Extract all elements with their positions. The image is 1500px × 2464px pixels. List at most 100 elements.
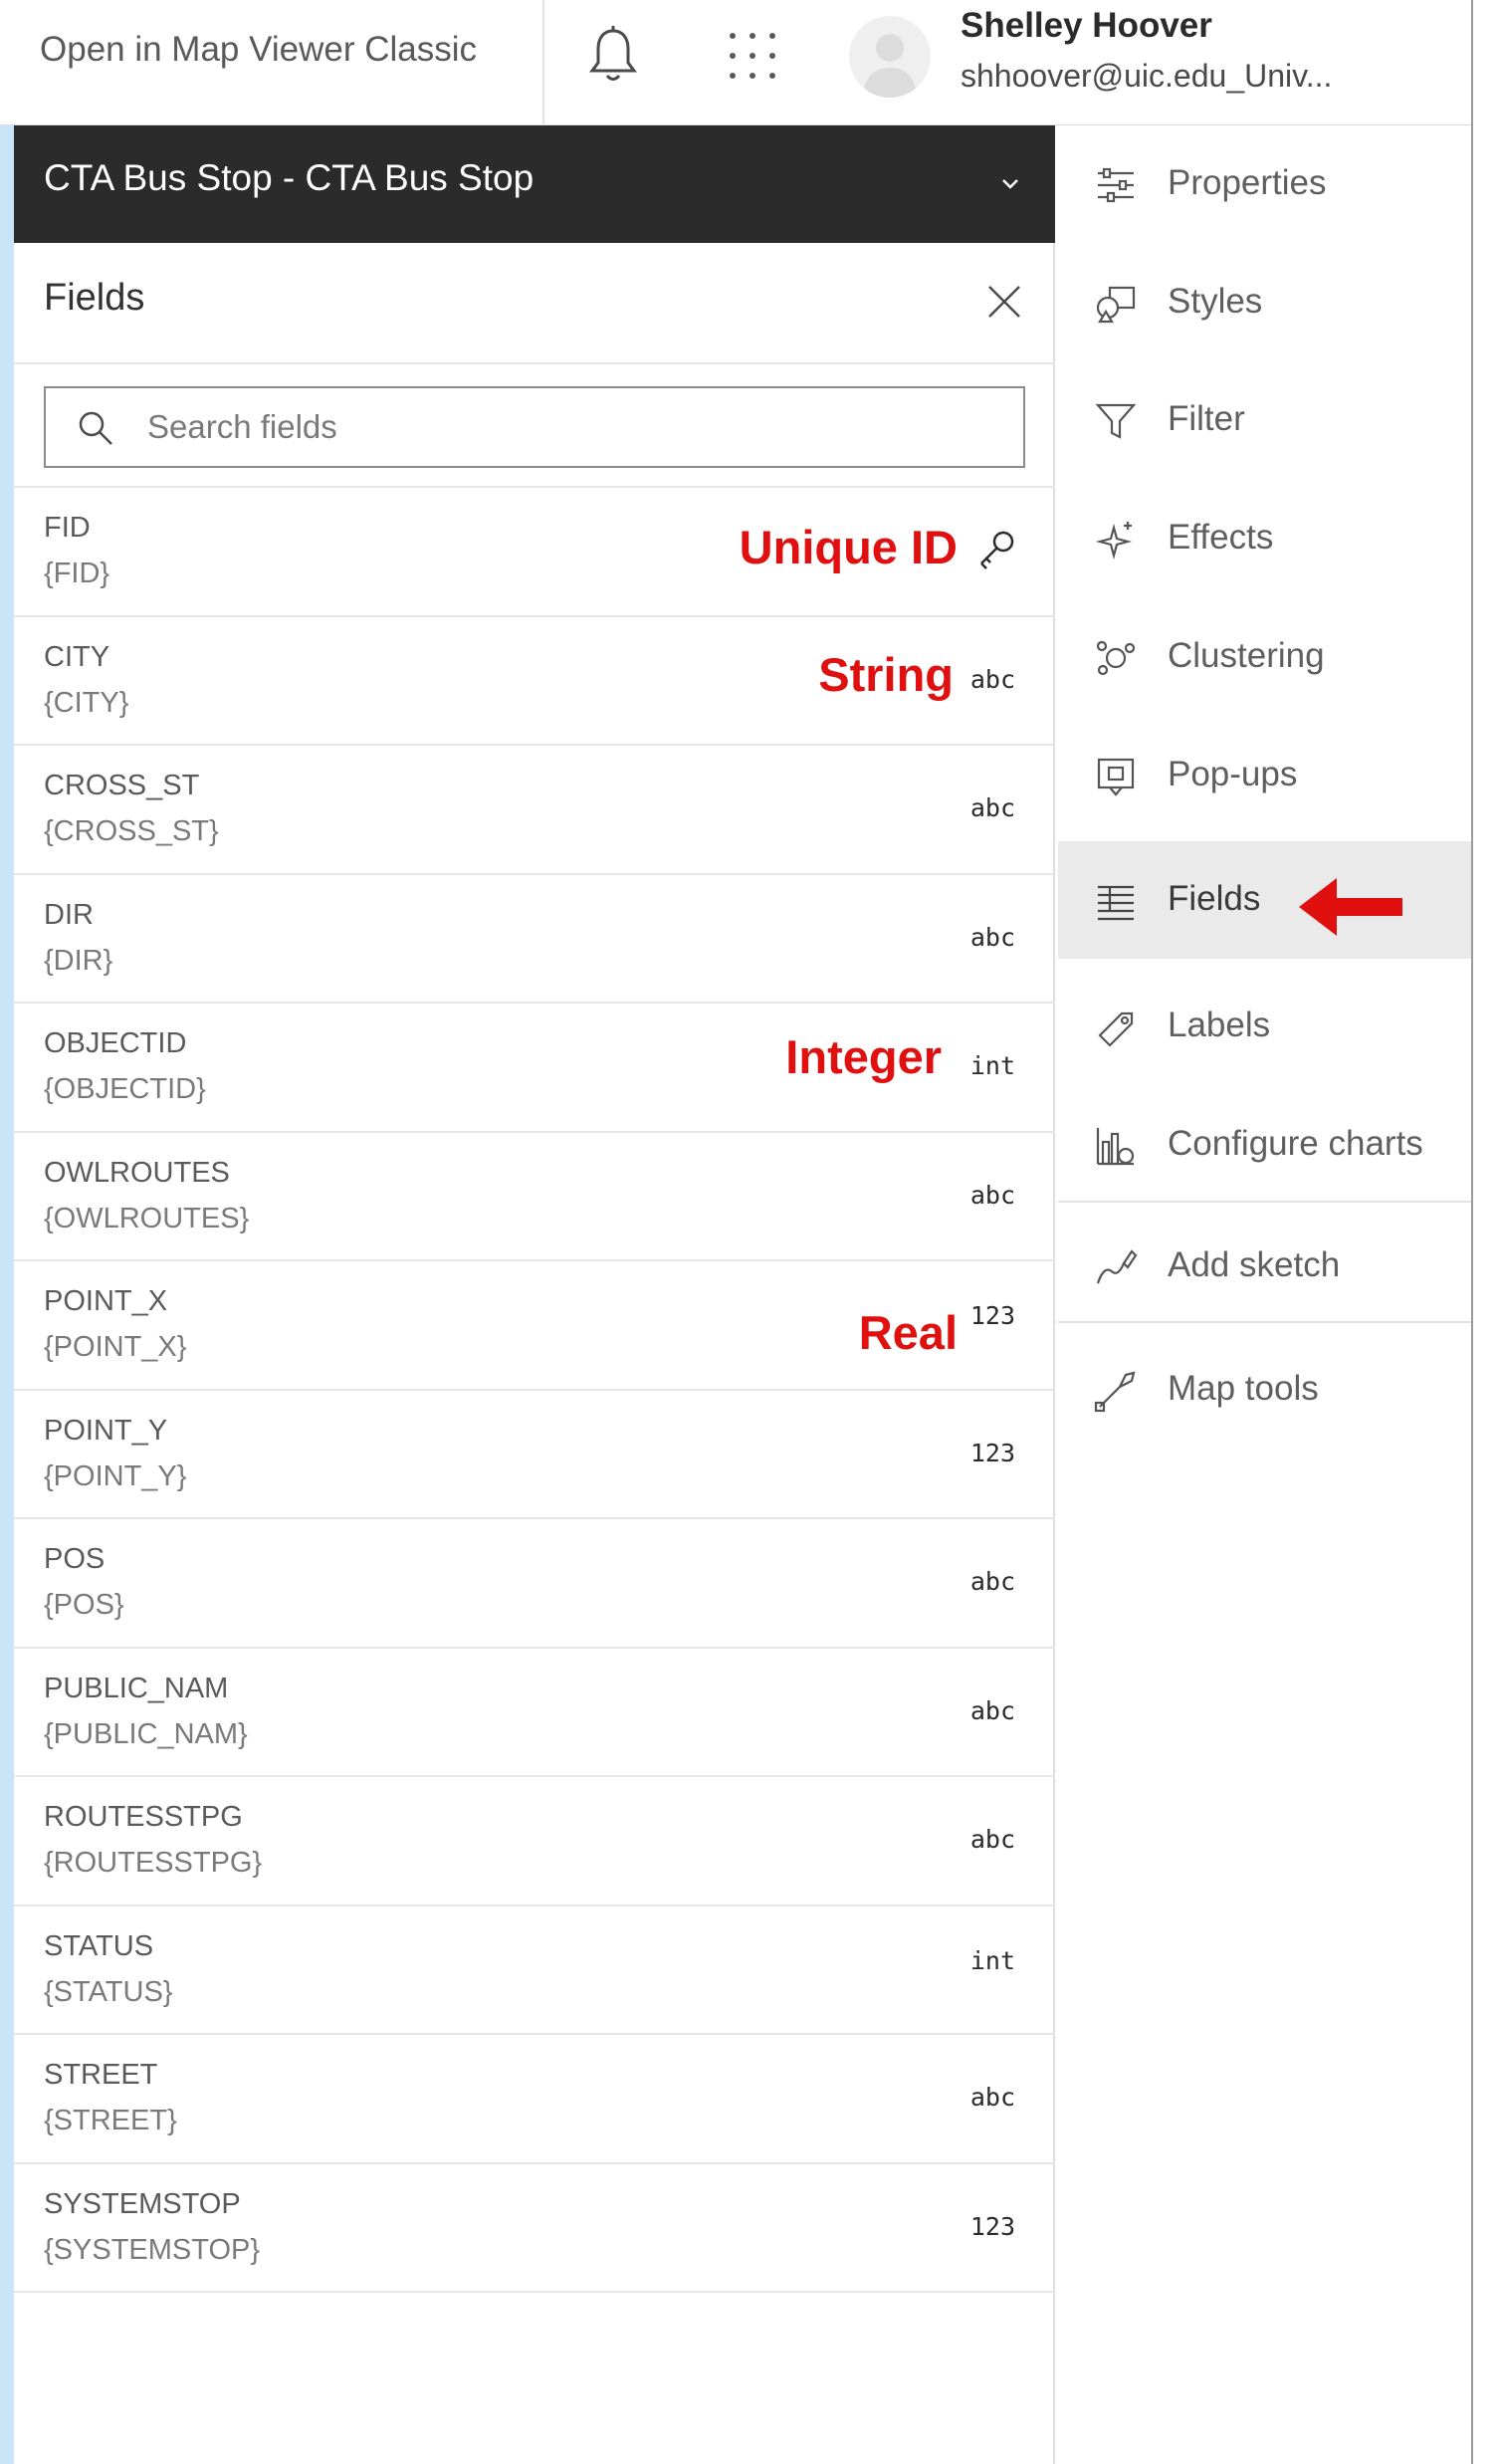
- nav-label: Pop-ups: [1168, 755, 1298, 793]
- string-type-icon: abc: [969, 1825, 1015, 1854]
- annotation-unique-id: Unique ID: [739, 521, 958, 573]
- nav-label: Clustering: [1168, 636, 1325, 675]
- search-fields-input[interactable]: [145, 402, 1001, 452]
- field-name: CROSS_ST: [44, 770, 200, 801]
- user-avatar[interactable]: [849, 16, 931, 98]
- nav-item-map-tools[interactable]: Map tools: [1058, 1331, 1471, 1449]
- layer-title: CTA Bus Stop - CTA Bus Stop: [44, 157, 535, 198]
- field-name: OWLROUTES: [44, 1156, 230, 1189]
- field-row-systemstop[interactable]: SYSTEMSTOP {SYSTEMSTOP} 123: [14, 2164, 1055, 2293]
- field-name: POS: [44, 1543, 106, 1575]
- user-email: shhoover@uic.edu_Univ...: [961, 58, 1333, 94]
- field-expression: {CITY}: [44, 686, 129, 719]
- window-margin: [1473, 0, 1500, 2464]
- field-row-dir[interactable]: DIR {DIR} abc: [14, 875, 1055, 1004]
- nav-item-styles[interactable]: Styles: [1058, 244, 1471, 361]
- nav-label: Effects: [1168, 518, 1274, 557]
- effects-icon: [1095, 522, 1133, 560]
- search-fields-box[interactable]: [44, 386, 1025, 468]
- app-launcher-icon[interactable]: [725, 28, 780, 84]
- user-name: Shelley Hoover: [961, 6, 1212, 45]
- open-in-map-viewer-classic-link[interactable]: Open in Map Viewer Classic: [40, 30, 477, 70]
- field-expression: {FID}: [44, 558, 110, 589]
- string-type-icon: abc: [969, 2083, 1015, 2112]
- field-row-cross-st[interactable]: CROSS_ST {CROSS_ST} abc: [14, 746, 1055, 875]
- panel-header: Fields: [14, 243, 1055, 364]
- chevron-down-icon: [1002, 179, 1018, 189]
- layer-selector[interactable]: CTA Bus Stop - CTA Bus Stop: [14, 125, 1055, 243]
- top-header: Open in Map Viewer Classic Shelley Hoove…: [0, 0, 1473, 125]
- field-name: SYSTEMSTOP: [44, 2187, 241, 2220]
- string-type-icon: abc: [969, 793, 1015, 822]
- close-icon[interactable]: [983, 281, 1025, 323]
- integer-type-icon: int: [969, 1945, 1015, 1975]
- key-icon: [980, 531, 1014, 569]
- string-type-icon: abc: [969, 1695, 1015, 1725]
- properties-icon: [1098, 167, 1134, 203]
- field-row-city[interactable]: CITY {CITY} String abc: [14, 617, 1055, 746]
- nav-item-fields[interactable]: Fields: [1058, 841, 1471, 959]
- fields-icon: [1098, 885, 1134, 921]
- field-name: STREET: [44, 2059, 158, 2091]
- nav-divider: [1058, 1321, 1471, 1323]
- nav-item-effects[interactable]: Effects: [1058, 480, 1471, 597]
- map-tools-icon: [1094, 1371, 1136, 1413]
- labels-icon: [1098, 1011, 1134, 1047]
- nav-divider: [1058, 1201, 1471, 1203]
- nav-label: Fields: [1168, 879, 1261, 918]
- field-name: PUBLIC_NAM: [44, 1672, 229, 1704]
- field-row-street[interactable]: STREET {STREET} abc: [14, 2035, 1055, 2164]
- field-expression: {ROUTESSTPG}: [44, 1847, 263, 1879]
- field-expression: {SYSTEMSTOP}: [44, 2233, 261, 2266]
- field-expression: {STATUS}: [44, 1975, 173, 2008]
- layer-tools-nav: Properties Styles Filter Effects Cluster…: [1058, 125, 1471, 2464]
- charts-icon: [1096, 1128, 1135, 1166]
- nav-item-filter[interactable]: Filter: [1058, 361, 1471, 479]
- field-row-pos[interactable]: POS {POS} abc: [14, 1519, 1055, 1649]
- field-row-routesstpg[interactable]: ROUTESSTPG {ROUTESSTPG} abc: [14, 1777, 1055, 1906]
- nav-label: Properties: [1168, 163, 1327, 202]
- string-type-icon: abc: [969, 922, 1015, 952]
- annotation-string: String: [818, 647, 954, 701]
- nav-item-configure-charts[interactable]: Configure charts: [1058, 1086, 1471, 1204]
- field-name: OBJECTID: [44, 1027, 187, 1059]
- nav-item-clustering[interactable]: Clustering: [1058, 598, 1471, 716]
- field-name: STATUS: [44, 1929, 154, 1962]
- field-expression: {DIR}: [44, 944, 113, 977]
- field-row-point-x[interactable]: POINT_X {POINT_X} Real 123: [14, 1261, 1055, 1391]
- real-type-icon: 123: [969, 1301, 1015, 1330]
- field-row-status[interactable]: STATUS {STATUS} int: [14, 1906, 1055, 2035]
- integer-type-icon: int: [969, 1051, 1015, 1080]
- field-name: CITY: [44, 640, 110, 673]
- red-arrow-annotation-icon: [1299, 878, 1402, 936]
- field-expression: {PUBLIC_NAM}: [44, 1717, 248, 1750]
- nav-label: Add sketch: [1168, 1245, 1341, 1284]
- field-name: FID: [44, 512, 91, 544]
- string-type-icon: abc: [969, 1180, 1015, 1210]
- sketch-icon: [1096, 1249, 1138, 1284]
- field-expression: {STREET}: [44, 2105, 177, 2136]
- field-row-fid[interactable]: FID {FID} Unique ID: [14, 488, 1055, 617]
- field-row-public-nam[interactable]: PUBLIC_NAM {PUBLIC_NAM} abc: [14, 1649, 1055, 1777]
- real-type-icon: 123: [969, 2211, 1015, 2241]
- field-expression: {OWLROUTES}: [44, 1202, 250, 1234]
- field-row-objectid[interactable]: OBJECTID {OBJECTID} Integer int: [14, 1004, 1055, 1133]
- field-name: ROUTESSTPG: [44, 1801, 243, 1833]
- clustering-icon: [1096, 640, 1136, 676]
- annotation-real: Real: [858, 1306, 958, 1359]
- styles-icon: [1096, 286, 1136, 324]
- panel-title: Fields: [44, 277, 145, 319]
- nav-item-popups[interactable]: Pop-ups: [1058, 717, 1471, 834]
- nav-item-add-sketch[interactable]: Add sketch: [1058, 1208, 1471, 1325]
- nav-label: Map tools: [1168, 1369, 1319, 1408]
- field-expression: {POINT_X}: [44, 1331, 187, 1363]
- search-icon: [79, 411, 112, 445]
- user-silhouette-icon: [863, 34, 917, 98]
- nav-item-properties[interactable]: Properties: [1058, 125, 1471, 243]
- field-row-point-y[interactable]: POINT_Y {POINT_Y} 123: [14, 1391, 1055, 1519]
- notifications-bell-icon[interactable]: [585, 25, 641, 87]
- field-row-owlroutes[interactable]: OWLROUTES {OWLROUTES} abc: [14, 1133, 1055, 1261]
- nav-item-labels[interactable]: Labels: [1058, 968, 1471, 1085]
- string-type-icon: abc: [969, 664, 1015, 694]
- header-divider: [542, 0, 544, 125]
